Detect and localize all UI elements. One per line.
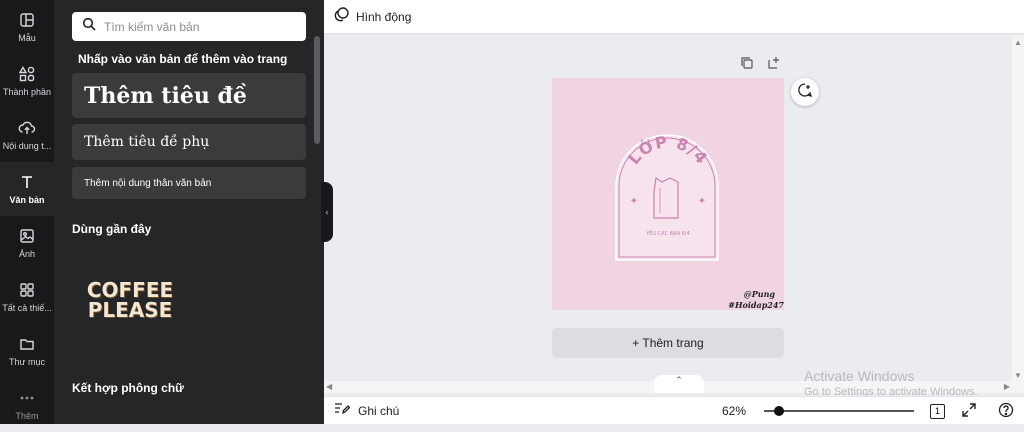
duplicate-page-icon[interactable] — [740, 56, 754, 70]
zoom-level[interactable]: 62% — [722, 404, 746, 418]
zoom-slider[interactable] — [764, 406, 914, 416]
left-rail: Mẫu Thành phần Nội dung t... Văn bản Ảnh… — [0, 0, 54, 424]
search-input[interactable] — [104, 19, 294, 34]
rail-folders[interactable]: Thư mục — [0, 324, 54, 378]
notes-button[interactable]: Ghi chú — [358, 404, 399, 418]
template-icon — [18, 11, 36, 29]
fullscreen-icon[interactable] — [962, 403, 976, 422]
recent-section-title: Dùng gần đây — [72, 222, 152, 236]
collapse-panel-button[interactable]: ‹ — [321, 182, 333, 242]
design-credit-1: @Pung — [744, 289, 776, 299]
panel-scrollbar[interactable] — [314, 36, 320, 144]
upload-cloud-icon — [18, 119, 36, 137]
rail-uploads[interactable]: Nội dung t... — [0, 108, 54, 162]
activate-windows-watermark: Activate Windows Go to Settings to activ… — [804, 368, 978, 398]
editor-topbar: Hình động — [324, 0, 1024, 34]
rail-label: Tất cả thiế... — [2, 303, 52, 313]
rail-label: Nội dung t... — [2, 141, 52, 151]
page-tools — [740, 56, 781, 70]
image-icon — [18, 227, 36, 245]
grid-icon — [18, 281, 36, 299]
rail-elements[interactable]: Thành phần — [0, 54, 54, 108]
add-heading-button[interactable]: Thêm tiêu đề — [72, 73, 306, 118]
editor-bottombar: Ghi chú 62% 1 — [324, 396, 1024, 424]
rail-templates[interactable]: Mẫu — [0, 0, 54, 54]
rail-label: Ảnh — [18, 249, 35, 259]
design-page[interactable]: LỚP 8/4 ✦ ✦ YÊU CÁC BẠN 8/4 @Pung #Hoida… — [552, 78, 784, 310]
search-icon — [82, 17, 96, 36]
watermark-line-1: Activate Windows — [804, 368, 915, 384]
font-combos-title: Kết hợp phông chữ — [72, 381, 184, 395]
animate-button[interactable]: Hình động — [356, 10, 411, 24]
design-artwork: LỚP 8/4 ✦ ✦ YÊU CÁC BẠN 8/4 @Pung #Hoida… — [615, 132, 784, 310]
panel-hint: Nhấp vào văn bản để thêm vào trang — [78, 52, 288, 66]
comment-add-icon — [797, 82, 813, 103]
scroll-down-arrow-icon[interactable]: ▼ — [1014, 371, 1022, 380]
add-page-icon[interactable] — [767, 56, 781, 70]
rail-label: Thành phần — [2, 87, 52, 97]
page-count-button[interactable]: 1 — [930, 404, 945, 419]
add-page-button[interactable]: + Thêm trang — [552, 328, 784, 358]
more-icon — [18, 389, 36, 407]
rail-label: Thêm — [15, 411, 39, 421]
svg-text:✦: ✦ — [698, 196, 706, 207]
design-small-text: YÊU CÁC BẠN 8/4 — [645, 229, 690, 237]
design-credit-2: #Hoidap247 — [728, 300, 784, 310]
add-subheading-button[interactable]: Thêm tiêu đề phụ — [72, 124, 306, 160]
scroll-right-arrow-icon[interactable]: ▶ — [1004, 382, 1010, 391]
text-icon — [18, 173, 36, 191]
chevron-left-icon: ‹ — [325, 207, 329, 217]
text-panel: Nhấp vào văn bản để thêm vào trang Thêm … — [54, 0, 324, 424]
rail-label: Mẫu — [18, 33, 36, 43]
rail-label: Thư mục — [8, 357, 46, 367]
rail-photos[interactable]: Ảnh — [0, 216, 54, 270]
scroll-left-arrow-icon[interactable]: ◀ — [326, 382, 332, 391]
scroll-up-arrow-icon[interactable]: ▲ — [1014, 38, 1022, 47]
recent-text-coffee-please[interactable]: COFFEE PLEASE — [80, 280, 180, 320]
add-body-text-button[interactable]: Thêm nội dung thân văn bản — [72, 167, 306, 199]
animate-icon — [334, 6, 350, 27]
rail-label: Văn bản — [9, 195, 45, 205]
chevron-up-icon: ⌃ — [675, 375, 683, 385]
help-icon[interactable] — [998, 402, 1014, 423]
rail-text[interactable]: Văn bản — [0, 162, 54, 216]
search-box[interactable] — [72, 12, 306, 41]
rail-all-designs[interactable]: Tất cả thiế... — [0, 270, 54, 324]
svg-text:✦: ✦ — [630, 196, 638, 207]
show-pages-handle[interactable]: ⌃ — [654, 375, 704, 393]
notes-icon — [334, 401, 351, 420]
elements-icon — [18, 65, 36, 83]
folder-icon — [18, 335, 36, 353]
canvas-vertical-scrollbar[interactable]: ▲ ▼ — [1012, 36, 1024, 382]
add-comment-button[interactable] — [791, 78, 819, 106]
zoom-slider-handle[interactable] — [774, 406, 784, 416]
